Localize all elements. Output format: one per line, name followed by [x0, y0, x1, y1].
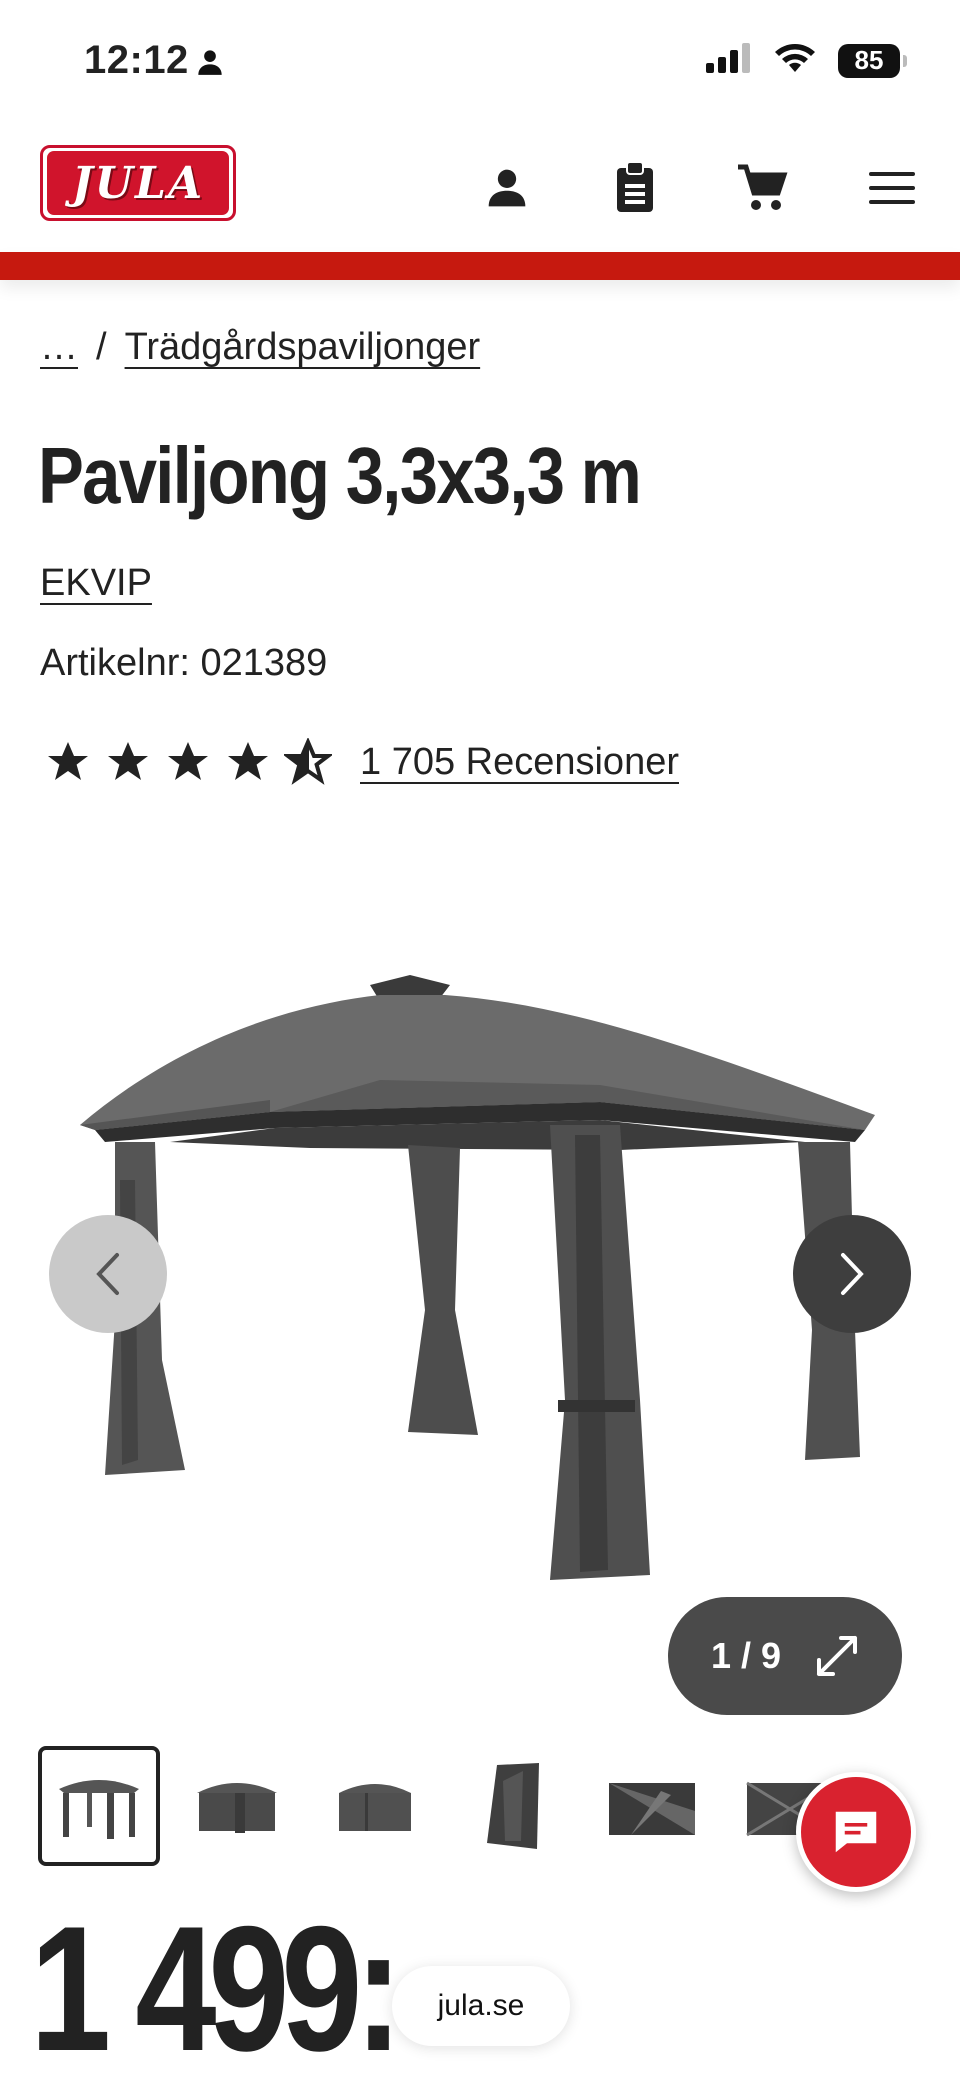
rating-stars — [44, 738, 332, 786]
product-rating[interactable]: 1 705 Recensioner — [44, 738, 679, 786]
thumbnail-2[interactable] — [176, 1746, 298, 1866]
site-header: JULA — [0, 130, 960, 250]
star-icon — [168, 742, 208, 780]
chat-button[interactable] — [796, 1772, 916, 1892]
cart-icon[interactable] — [732, 158, 792, 218]
thumbnail-3[interactable] — [314, 1746, 436, 1866]
browser-url-bar[interactable]: jula.se — [392, 1966, 570, 2046]
person-icon — [196, 48, 224, 81]
breadcrumb: … / Trädgårdspaviljonger — [40, 326, 480, 369]
signal-icon — [706, 43, 752, 78]
product-brand-link[interactable]: EKVIP — [40, 562, 152, 605]
star-icon — [228, 742, 268, 780]
next-image-button[interactable] — [793, 1215, 911, 1333]
thumbnail-5[interactable] — [590, 1746, 712, 1866]
product-gallery: 1 / 9 — [0, 880, 960, 1740]
gazebo-image[interactable] — [60, 880, 900, 1600]
chevron-left-icon — [96, 1253, 119, 1295]
status-bar: 12:12 85 — [0, 0, 960, 130]
account-icon[interactable] — [477, 158, 537, 218]
image-counter-button[interactable]: 1 / 9 — [668, 1597, 902, 1715]
logo-text: JULA — [47, 151, 229, 215]
status-time: 12:12 — [84, 38, 189, 82]
star-icon — [48, 742, 88, 780]
header-accent-bar — [0, 252, 960, 280]
breadcrumb-category[interactable]: Trädgårdspaviljonger — [125, 326, 481, 369]
star-icon — [108, 742, 148, 780]
thumbnail-4[interactable] — [452, 1746, 574, 1866]
product-title: Paviljong 3,3x3,3 m — [38, 431, 642, 520]
shopping-list-icon[interactable] — [605, 158, 665, 218]
chevron-right-icon — [841, 1253, 864, 1295]
thumbnail-1[interactable] — [38, 1746, 160, 1866]
reviews-link[interactable]: 1 705 Recensioner — [360, 741, 679, 784]
expand-icon — [817, 1636, 858, 1676]
image-counter: 1 / 9 — [710, 1635, 782, 1676]
product-price: 1 499:- — [30, 1889, 443, 2088]
half-star-icon — [284, 738, 332, 785]
jula-logo[interactable]: JULA — [40, 145, 236, 221]
menu-icon[interactable] — [862, 158, 922, 218]
previous-image-button[interactable] — [49, 1215, 167, 1333]
breadcrumb-separator: / — [96, 326, 107, 368]
battery-indicator: 85 — [838, 43, 907, 78]
article-number: Artikelnr: 021389 — [40, 642, 328, 684]
chat-icon — [835, 1811, 877, 1853]
wifi-icon — [774, 42, 816, 79]
breadcrumb-ellipsis[interactable]: … — [40, 326, 78, 369]
